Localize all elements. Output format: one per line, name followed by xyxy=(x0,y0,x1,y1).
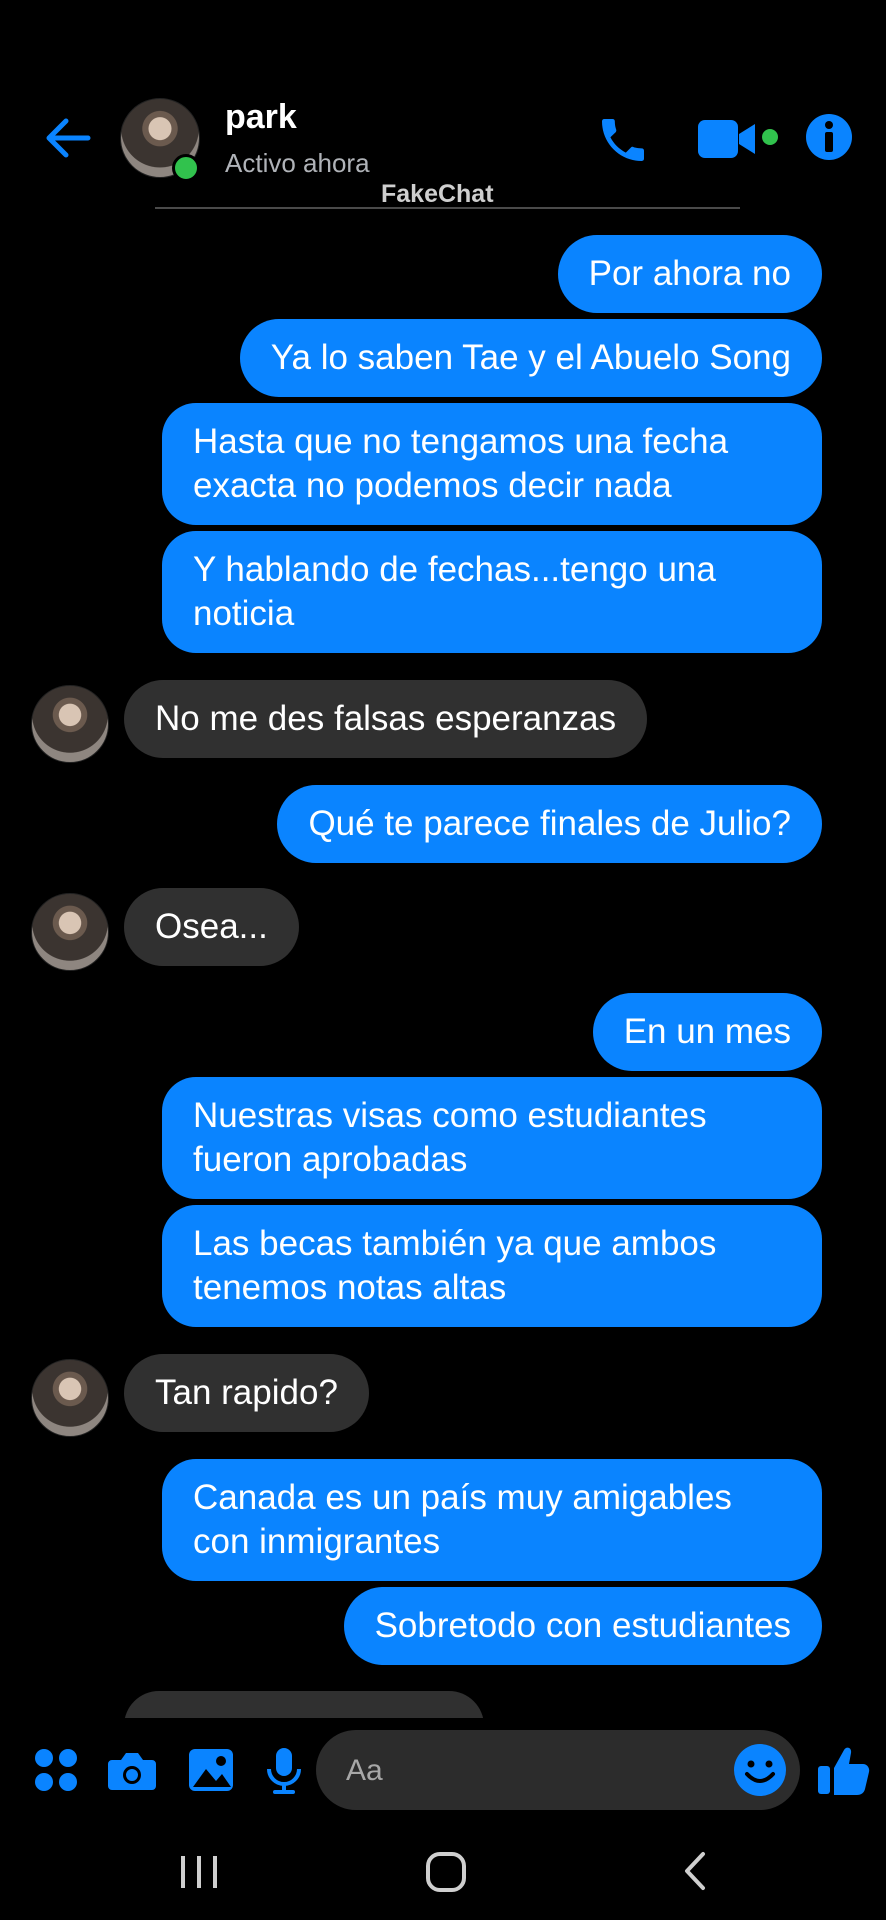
contact-status: Activo ahora xyxy=(225,148,370,178)
back-arrow-icon xyxy=(46,118,91,158)
message-input-container[interactable] xyxy=(316,1730,800,1812)
back-button[interactable] xyxy=(40,110,96,166)
emoji-icon xyxy=(734,1744,786,1796)
home-button[interactable] xyxy=(416,1846,476,1896)
message-bubble-sent[interactable]: Sobretodo con estudiantes xyxy=(343,1587,822,1665)
contact-avatar[interactable] xyxy=(31,685,109,763)
image-icon xyxy=(189,1749,233,1791)
back-icon xyxy=(685,1852,705,1890)
home-icon xyxy=(426,1852,466,1892)
video-camera-icon xyxy=(698,120,778,158)
message-bubble-received[interactable]: No me des falsas esperanzas xyxy=(124,680,648,758)
system-navigation-bar xyxy=(0,1828,886,1920)
thumbs-up-icon xyxy=(818,1747,870,1795)
voice-record-button[interactable] xyxy=(256,1742,312,1798)
contact-name[interactable]: park xyxy=(225,98,297,137)
chat-header: park Activo ahora FakeChat xyxy=(0,0,886,209)
info-button[interactable] xyxy=(804,112,854,162)
header-divider xyxy=(155,207,740,209)
microphone-icon xyxy=(267,1748,301,1794)
phone-icon xyxy=(602,119,644,161)
emoji-button[interactable] xyxy=(730,1740,790,1800)
message-bubble-sent[interactable]: Canada es un país muy amigables con inmi… xyxy=(162,1459,822,1581)
message-list[interactable]: Por ahora no Ya lo saben Tae y el Abuelo… xyxy=(0,215,886,1718)
message-bubble-sent[interactable]: Ya lo saben Tae y el Abuelo Song xyxy=(239,319,822,397)
watermark-label: FakeChat xyxy=(381,180,494,208)
message-bubble-received[interactable]: Tan rapido? xyxy=(124,1354,369,1432)
video-call-button[interactable] xyxy=(695,112,781,168)
info-icon xyxy=(806,114,852,160)
message-bubble-sent[interactable]: Las becas también ya que ambos tenemos n… xyxy=(162,1205,822,1327)
recent-apps-icon xyxy=(181,1856,217,1888)
gallery-button[interactable] xyxy=(184,1742,240,1798)
composer-bar xyxy=(0,1718,886,1828)
contact-avatar[interactable] xyxy=(31,893,109,971)
message-bubble-sent[interactable]: En un mes xyxy=(592,993,822,1071)
message-bubble-sent[interactable]: Qué te parece finales de Julio? xyxy=(277,785,822,863)
apps-grid-icon xyxy=(35,1749,77,1791)
message-bubble-sent[interactable]: Nuestras visas como estudiantes fueron a… xyxy=(162,1077,822,1199)
message-bubble-sent[interactable]: Y hablando de fechas...tengo una noticia xyxy=(162,531,822,653)
message-input[interactable] xyxy=(344,1730,728,1812)
voice-call-button[interactable] xyxy=(595,112,651,168)
contact-avatar[interactable] xyxy=(31,1359,109,1437)
message-bubble-sent[interactable]: Hasta que no tengamos una fecha exacta n… xyxy=(162,403,822,525)
apps-button[interactable] xyxy=(28,1742,84,1798)
nav-back-button[interactable] xyxy=(665,1846,725,1896)
like-button[interactable] xyxy=(814,1740,874,1800)
camera-icon xyxy=(108,1753,156,1790)
recent-apps-button[interactable] xyxy=(169,1846,229,1896)
online-status-dot xyxy=(172,154,200,182)
message-bubble-received[interactable]: Osea... xyxy=(124,888,299,966)
camera-button[interactable] xyxy=(104,1742,160,1798)
message-bubble-received-partial xyxy=(124,1691,484,1718)
message-bubble-sent[interactable]: Por ahora no xyxy=(557,235,822,313)
